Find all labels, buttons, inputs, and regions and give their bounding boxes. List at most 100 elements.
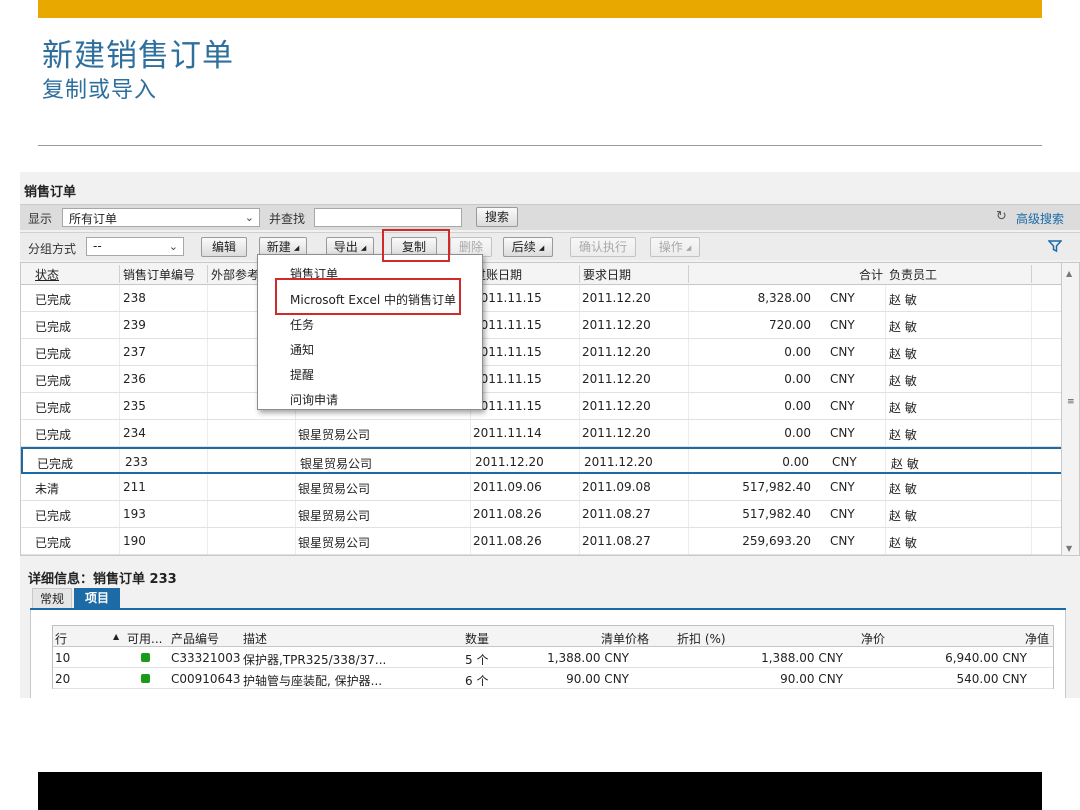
actions-label: 操作 — [658, 240, 683, 254]
new-button-label: 新建 — [266, 240, 291, 254]
scroll-thumb[interactable]: ≡ — [1067, 398, 1075, 407]
order-number-link[interactable]: 190 — [123, 534, 146, 548]
col-list-price[interactable]: 清单价格 — [601, 630, 649, 647]
col-employee[interactable]: 负责员工 — [889, 266, 937, 283]
column-divider — [119, 265, 120, 283]
employee-link[interactable]: 赵 敏 — [889, 372, 917, 389]
employee-link[interactable]: 赵 敏 — [889, 318, 917, 335]
item-row[interactable]: 20 C00910643 护轴管与座装配, 保护器... 6 个 90.00 CNY 90… — [53, 668, 1053, 689]
actions-button[interactable]: 操作 ◢ — [650, 237, 700, 257]
posting-date-cell: 2011.11.15 — [473, 399, 542, 413]
order-number-link[interactable]: 239 — [123, 318, 146, 332]
sort-ascending-icon[interactable]: ▲ — [113, 632, 119, 641]
slide-subtitle: 复制或导入 — [42, 78, 158, 103]
available-status-icon — [141, 653, 150, 662]
order-number-link[interactable]: 211 — [123, 480, 146, 494]
table-row[interactable]: 未清 211 银星贸易公司 2011.09.06 2011.09.08 CNY 赵 敏 517… — [21, 474, 1061, 501]
col-product-id[interactable]: 产品编号 — [171, 630, 219, 647]
export-button-label: 导出 — [333, 240, 358, 254]
scroll-up-icon[interactable]: ▲ — [1066, 269, 1072, 278]
customer-link[interactable]: 银星贸易公司 — [298, 507, 370, 524]
tab-items[interactable]: 项目 — [74, 588, 120, 608]
customer-link[interactable]: 银星贸易公司 — [298, 426, 370, 443]
table-row[interactable]: 已完成 193 银星贸易公司 2011.08.26 2011.08.27 CNY 赵 敏 51… — [21, 501, 1061, 528]
employee-link[interactable]: 赵 敏 — [889, 399, 917, 416]
required-date-cell: 2011.12.20 — [582, 291, 651, 305]
customer-link[interactable]: 银星贸易公司 — [298, 534, 370, 551]
col-net-value[interactable]: 净值 — [1025, 630, 1049, 647]
refresh-icon[interactable]: ↻ — [996, 210, 1009, 223]
description-link[interactable]: 保护器,TPR325/338/37... — [243, 651, 386, 668]
employee-link[interactable]: 赵 敏 — [889, 291, 917, 308]
employee-link[interactable]: 赵 敏 — [889, 534, 917, 551]
group-by-select[interactable]: -- ⌄ — [86, 237, 184, 256]
menu-item-task[interactable]: 任务 — [290, 316, 314, 333]
currency-cell: CNY — [830, 426, 855, 440]
employee-link[interactable]: 赵 敏 — [889, 480, 917, 497]
order-number-link[interactable]: 234 — [123, 426, 146, 440]
total-cell: 0.00 — [784, 399, 811, 413]
order-number-link[interactable]: 237 — [123, 345, 146, 359]
scroll-down-icon[interactable]: ▼ — [1066, 544, 1072, 553]
show-select[interactable]: 所有订单 ⌄ — [62, 208, 260, 227]
total-cell: 259,693.20 — [742, 534, 811, 548]
order-number-link[interactable]: 236 — [123, 372, 146, 386]
product-id-link[interactable]: C00910643 — [171, 672, 240, 686]
tab-general[interactable]: 常规 — [32, 588, 72, 608]
posting-date-cell: 2011.11.15 — [473, 318, 542, 332]
confirm-execute-button[interactable]: 确认执行 — [570, 237, 636, 257]
col-required-date[interactable]: 要求日期 — [583, 266, 631, 283]
advanced-search-link[interactable]: 高级搜索 — [1016, 210, 1064, 227]
col-description[interactable]: 描述 — [243, 630, 267, 647]
col-discount[interactable]: 折扣 (%) — [677, 630, 726, 647]
order-number-link[interactable]: 235 — [123, 399, 146, 413]
col-net-price[interactable]: 净价 — [861, 630, 885, 647]
table-row[interactable]: 已完成 233 银星贸易公司 2011.12.20 2011.12.20 CNY 赵 敏 0.… — [21, 447, 1061, 474]
description-link[interactable]: 护轴管与座装配, 保护器... — [243, 672, 382, 689]
filter-icon[interactable] — [1048, 239, 1062, 253]
table-scrollbar[interactable]: ▲ ≡ ▼ — [1062, 262, 1080, 556]
table-row[interactable]: 已完成 238 2011.11.15 2011.12.20 CNY 赵 敏 8,328.00 — [21, 285, 1061, 312]
table-row[interactable]: 已完成 237 2011.11.15 2011.12.20 CNY 赵 敏 0.00 — [21, 339, 1061, 366]
col-total[interactable]: 合计 — [859, 266, 883, 283]
table-row[interactable]: 已完成 235 2011.11.15 2011.12.20 CNY 赵 敏 0.00 — [21, 393, 1061, 420]
customer-link[interactable]: 银星贸易公司 — [298, 480, 370, 497]
table-row[interactable]: 已完成 236 2011.11.15 2011.12.20 CNY 赵 敏 0.00 — [21, 366, 1061, 393]
edit-button[interactable]: 编辑 — [201, 237, 247, 257]
column-divider — [207, 265, 208, 283]
table-row[interactable]: 已完成 239 2011.11.15 2011.12.20 CNY 赵 敏 720.00 — [21, 312, 1061, 339]
table-row[interactable]: 已完成 190 银星贸易公司 2011.08.26 2011.08.27 CNY 赵 敏 25… — [21, 528, 1061, 555]
currency-cell: CNY — [830, 399, 855, 413]
table-row[interactable]: 已完成 234 银星贸易公司 2011.11.14 2011.12.20 CNY 赵 敏 0.… — [21, 420, 1061, 447]
search-button[interactable]: 搜索 — [476, 207, 518, 227]
total-cell: 0.00 — [782, 455, 809, 469]
employee-link[interactable]: 赵 敏 — [889, 507, 917, 524]
customer-link[interactable]: 银星贸易公司 — [300, 455, 372, 472]
order-number-link[interactable]: 193 — [123, 507, 146, 521]
menu-item-reminder[interactable]: 提醒 — [290, 366, 314, 383]
excel-highlight-box — [275, 278, 461, 315]
search-input[interactable] — [314, 208, 462, 227]
posting-date-cell: 2011.09.06 — [473, 480, 542, 494]
menu-item-notification[interactable]: 通知 — [290, 341, 314, 358]
required-date-cell: 2011.12.20 — [582, 372, 651, 386]
product-id-link[interactable]: C33321003 — [171, 651, 240, 665]
employee-link[interactable]: 赵 敏 — [889, 426, 917, 443]
required-date-cell: 2011.09.08 — [582, 480, 651, 494]
col-order-no[interactable]: 销售订单编号 — [123, 266, 195, 283]
employee-link[interactable]: 赵 敏 — [891, 455, 919, 472]
col-status[interactable]: 状态 — [35, 266, 59, 283]
col-line[interactable]: 行 — [55, 630, 67, 647]
employee-link[interactable]: 赵 敏 — [889, 345, 917, 362]
net-price-cell: 90.00 CNY — [780, 672, 843, 686]
order-number-link[interactable]: 238 — [123, 291, 146, 305]
col-available[interactable]: 可用... — [127, 630, 162, 647]
toolbar: 分组方式 -- ⌄ 编辑 新建 ◢ 导出 ◢ 复制 删除 后续 ◢ 确认执行 操作 ◢ — [20, 232, 1080, 260]
required-date-cell: 2011.12.20 — [582, 318, 651, 332]
col-quantity[interactable]: 数量 — [465, 630, 489, 647]
col-ext-ref[interactable]: 外部参考 — [211, 266, 259, 283]
menu-item-inquiry[interactable]: 问询申请 — [290, 391, 338, 408]
follow-up-button[interactable]: 后续 ◢ — [503, 237, 553, 257]
order-number-link[interactable]: 233 — [125, 455, 148, 469]
item-row[interactable]: 10 C33321003 保护器,TPR325/338/37... 5 个 1,388.… — [53, 647, 1053, 668]
